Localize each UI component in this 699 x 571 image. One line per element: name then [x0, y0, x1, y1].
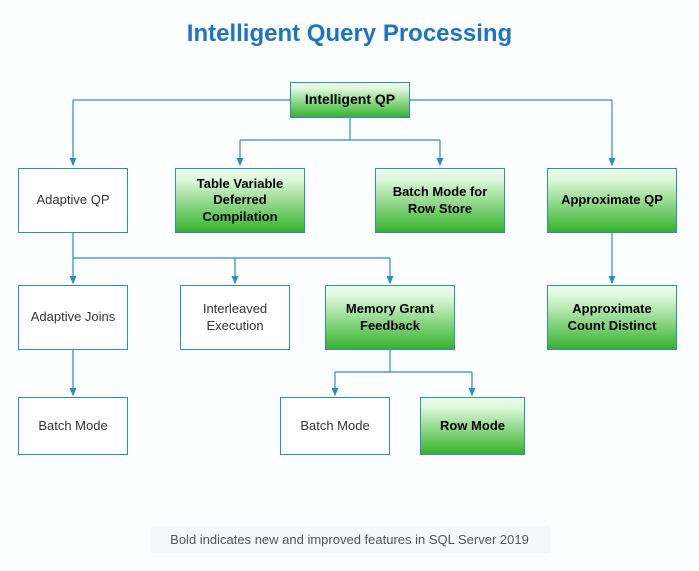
node-intelligent-qp: Intelligent QP [290, 82, 410, 118]
node-interleaved-execution: Interleaved Execution [180, 285, 290, 350]
footer-note: Bold indicates new and improved features… [150, 526, 550, 553]
node-table-variable-deferred-compilation: Table Variable Deferred Compilation [175, 168, 305, 233]
node-approximate-qp: Approximate QP [547, 168, 677, 233]
node-batch-mode-mgf: Batch Mode [280, 397, 390, 455]
node-batch-mode-row-store: Batch Mode for Row Store [375, 168, 505, 233]
diagram-title: Intelligent Query Processing [0, 20, 699, 48]
node-adaptive-joins: Adaptive Joins [18, 285, 128, 350]
node-row-mode: Row Mode [420, 397, 525, 455]
node-batch-mode-adaptive-joins: Batch Mode [18, 397, 128, 455]
node-approximate-count-distinct: Approximate Count Distinct [547, 285, 677, 350]
node-adaptive-qp: Adaptive QP [18, 168, 128, 233]
node-memory-grant-feedback: Memory Grant Feedback [325, 285, 455, 350]
